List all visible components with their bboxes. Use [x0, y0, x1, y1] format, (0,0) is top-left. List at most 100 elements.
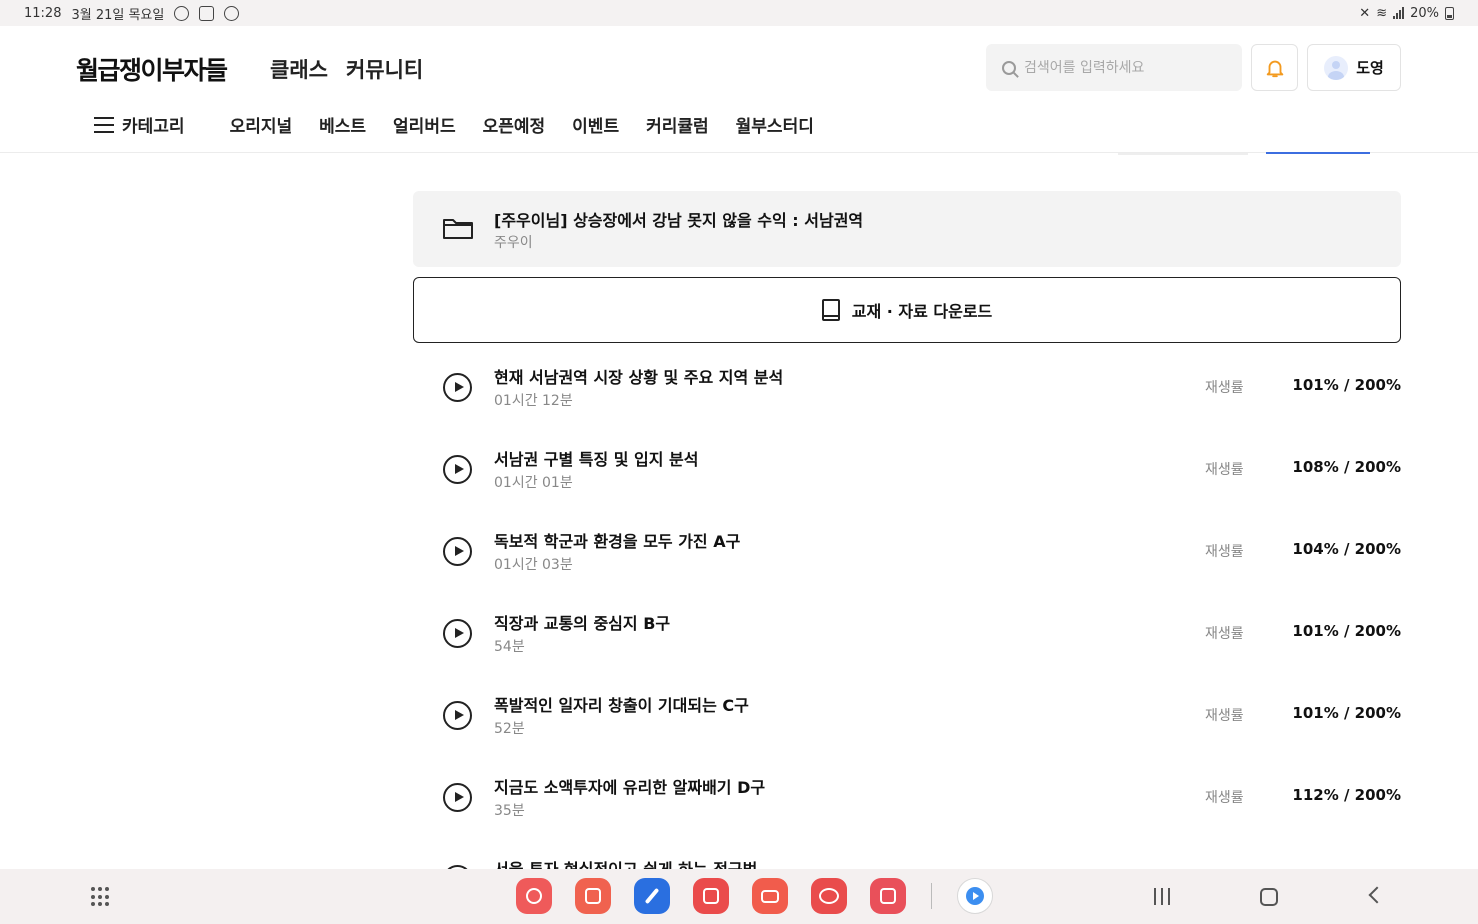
lecture-title: 직장과 교통의 중심지 B구 — [494, 614, 671, 633]
status-date: 3월 21일 목요일 — [71, 7, 165, 23]
gallery-icon — [199, 5, 215, 21]
back-button[interactable] — [1368, 886, 1386, 904]
download-label: 교재 · 자료 다운로드 — [851, 302, 993, 321]
play-icon[interactable] — [443, 373, 472, 402]
camera-app-icon[interactable] — [870, 878, 906, 914]
playback-rate-label: 재생률 — [1205, 462, 1244, 478]
play-icon[interactable] — [443, 701, 472, 730]
playback-rate: 101% / 200% — [1292, 376, 1401, 394]
signal-icon — [1393, 7, 1405, 19]
notification-button[interactable] — [1251, 44, 1298, 91]
subnav-best[interactable]: 베스트 — [319, 112, 366, 137]
play-icon[interactable] — [443, 783, 472, 812]
browser-app-icon[interactable] — [811, 878, 847, 914]
top-nav: 클래스 커뮤니티 — [270, 54, 423, 84]
play-icon — [966, 887, 984, 905]
playback-rate: 101% / 200% — [1292, 704, 1401, 722]
lecture-title: 독보적 학군과 환경을 모두 가진 A구 — [494, 532, 741, 551]
playback-rate-label: 재생률 — [1205, 626, 1244, 642]
list-item[interactable]: 현재 서남권역 시장 상황 및 주요 지역 분석 01시간 12분 재생률 10… — [413, 345, 1401, 427]
list-item[interactable]: 직장과 교통의 중심지 B구 54분 재생률 101% / 200% — [413, 591, 1401, 673]
sub-nav: 오리지널 베스트 얼리버드 오픈예정 이벤트 커리큘럼 월부스터디 — [230, 112, 814, 137]
lecture-duration: 35분 — [494, 803, 525, 819]
battery-percent: 20% — [1410, 5, 1439, 21]
wifi-icon: ≋ — [1376, 5, 1388, 21]
menu-icon[interactable] — [94, 116, 114, 133]
subnav-original[interactable]: 오리지널 — [230, 112, 293, 137]
list-item[interactable]: 독보적 학군과 환경을 모두 가진 A구 01시간 03분 재생률 104% /… — [413, 509, 1401, 591]
search-icon — [1002, 60, 1016, 75]
play-icon[interactable] — [443, 619, 472, 648]
status-left: 11:28 3월 21일 목요일 — [24, 4, 240, 23]
user-name: 도영 — [1356, 59, 1384, 77]
battery-icon — [1445, 6, 1454, 20]
subnav-earlybird[interactable]: 얼리버드 — [393, 112, 456, 137]
subnav-study[interactable]: 월부스터디 — [736, 112, 814, 137]
tab-underline-active — [1266, 152, 1370, 154]
list-item[interactable]: 폭발적인 일자리 창출이 기대되는 C구 52분 재생률 101% / 200% — [413, 673, 1401, 755]
book-icon — [821, 299, 840, 321]
list-item[interactable]: 지금도 소액투자에 유리한 알짜배기 D구 35분 재생률 112% / 200… — [413, 755, 1401, 837]
bell-icon — [1266, 60, 1283, 77]
taskbar-apps — [516, 878, 993, 914]
user-menu-button[interactable]: 도영 — [1307, 44, 1401, 91]
lecture-list: 현재 서남권역 시장 상황 및 주요 지역 분석 01시간 12분 재생률 10… — [413, 345, 1401, 869]
home-button[interactable] — [1260, 888, 1278, 906]
nav-community[interactable]: 커뮤니티 — [346, 54, 423, 84]
playback-rate: 104% / 200% — [1292, 540, 1401, 558]
pen-app-icon[interactable] — [634, 878, 670, 914]
download-materials-button[interactable]: 교재 · 자료 다운로드 — [413, 277, 1401, 343]
status-bar: 11:28 3월 21일 목요일 ✕ ≋ 20% — [0, 0, 1478, 26]
nav-class[interactable]: 클래스 — [270, 54, 328, 84]
category-button[interactable]: 카테고리 — [122, 112, 185, 137]
playback-rate: 108% / 200% — [1292, 458, 1401, 476]
lecture-duration: 52분 — [494, 721, 525, 737]
search-box[interactable] — [986, 44, 1242, 91]
site-header: 월급쟁이부자들 클래스 커뮤니티 도영 카테고리 오리지널 베스트 얼리버드 오… — [0, 26, 1478, 153]
category-row: 카테고리 오리지널 베스트 얼리버드 오픈예정 이벤트 커리큘럼 월부스터디 — [94, 112, 814, 137]
site-logo[interactable]: 월급쟁이부자들 — [76, 51, 228, 87]
mute-icon: ✕ — [1359, 5, 1371, 21]
app-drawer-icon[interactable] — [91, 887, 111, 907]
lecture-duration: 01시간 01분 — [494, 475, 573, 491]
lecture-title: 폭발적인 일자리 창출이 기대되는 C구 — [494, 696, 749, 715]
subnav-event[interactable]: 이벤트 — [572, 112, 619, 137]
list-item[interactable]: 서울 투자 현실적이고 쉽게 하는 접근법 — [413, 837, 1401, 869]
media-icon — [224, 5, 240, 21]
playback-rate-label: 재생률 — [1205, 708, 1244, 724]
player-app-icon[interactable] — [957, 878, 993, 914]
avatar — [1324, 55, 1349, 80]
course-title: [주우이님] 상승장에서 강남 못지 않을 수익 : 서남권역 — [494, 211, 864, 230]
taskbar-divider — [931, 883, 932, 909]
play-icon[interactable] — [443, 455, 472, 484]
list-item[interactable]: 서남권 구별 특징 및 입지 분석 01시간 01분 재생률 108% / 20… — [413, 427, 1401, 509]
playback-rate: 101% / 200% — [1292, 622, 1401, 640]
lecture-title: 서울 투자 현실적이고 쉽게 하는 접근법 — [494, 856, 757, 869]
lecture-duration: 01시간 03분 — [494, 557, 573, 573]
tab-underline-inactive — [1118, 153, 1248, 155]
flower-app-icon[interactable] — [516, 878, 552, 914]
taskbar — [0, 869, 1478, 924]
playback-rate-label: 재생률 — [1205, 544, 1244, 560]
recent-apps-button[interactable] — [1154, 888, 1170, 905]
course-author: 주우이 — [494, 235, 533, 251]
course-header: [주우이님] 상승장에서 강남 못지 않을 수익 : 서남권역 주우이 — [413, 191, 1401, 267]
status-right: ✕ ≋ 20% — [1359, 6, 1454, 21]
playback-rate: 112% / 200% — [1292, 786, 1401, 804]
lecture-duration: 01시간 12분 — [494, 393, 573, 409]
playback-rate-label: 재생률 — [1205, 790, 1244, 806]
video-app-icon[interactable] — [693, 878, 729, 914]
lecture-title: 서남권 구별 특징 및 입지 분석 — [494, 450, 699, 469]
lecture-title: 지금도 소액투자에 유리한 알짜배기 D구 — [494, 778, 766, 797]
call-icon — [174, 5, 190, 21]
status-time: 11:28 — [24, 5, 62, 21]
playback-rate-label: 재생률 — [1205, 380, 1244, 396]
folder-app-icon[interactable] — [752, 878, 788, 914]
search-input[interactable] — [1024, 59, 1224, 76]
play-icon[interactable] — [443, 537, 472, 566]
folder-icon — [443, 219, 473, 239]
subnav-upcoming[interactable]: 오픈예정 — [483, 112, 546, 137]
subnav-curriculum[interactable]: 커리큘럼 — [646, 112, 709, 137]
lecture-duration: 54분 — [494, 639, 525, 655]
notes-app-icon[interactable] — [575, 878, 611, 914]
